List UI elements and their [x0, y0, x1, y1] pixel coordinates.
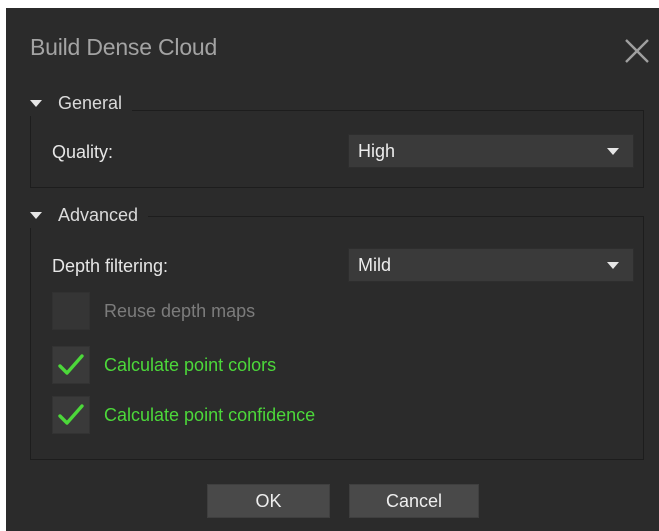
calculate-point-confidence-checkbox[interactable] — [52, 396, 90, 434]
calculate-point-confidence-label: Calculate point confidence — [104, 404, 316, 425]
close-icon — [625, 39, 649, 63]
advanced-group-header[interactable]: Advanced — [18, 202, 149, 228]
depth-filtering-select-value: Mild — [358, 254, 392, 275]
checkmark-icon — [58, 354, 84, 375]
ok-button[interactable]: OK — [207, 484, 330, 518]
reuse-depth-maps-checkbox-row[interactable]: Reuse depth maps — [52, 292, 255, 330]
dialog-title: Build Dense Cloud — [30, 34, 218, 60]
build-dense-cloud-dialog: Build Dense Cloud General Quality: High … — [6, 8, 659, 531]
chevron-down-icon — [607, 148, 619, 155]
reuse-depth-maps-label: Reuse depth maps — [104, 300, 256, 321]
calculate-point-colors-label: Calculate point colors — [104, 354, 277, 375]
general-group-header[interactable]: General — [18, 90, 133, 116]
quality-select[interactable]: High — [348, 134, 634, 168]
quality-label: Quality: — [52, 142, 114, 162]
depth-filtering-label: Depth filtering: — [52, 256, 169, 276]
checkmark-icon — [58, 404, 84, 425]
expand-triangle-icon — [30, 211, 42, 219]
reuse-depth-maps-checkbox[interactable] — [52, 292, 90, 330]
general-group-title: General — [58, 92, 123, 113]
calculate-point-colors-checkbox-row[interactable]: Calculate point colors — [52, 346, 276, 384]
chevron-down-icon — [607, 262, 619, 269]
close-button[interactable] — [622, 36, 652, 66]
cancel-button[interactable]: Cancel — [349, 484, 479, 518]
quality-select-value: High — [358, 140, 396, 161]
calculate-point-colors-checkbox[interactable] — [52, 346, 90, 384]
expand-triangle-icon — [30, 99, 42, 107]
depth-filtering-select[interactable]: Mild — [348, 248, 634, 282]
calculate-point-confidence-checkbox-row[interactable]: Calculate point confidence — [52, 396, 315, 434]
advanced-group-title: Advanced — [58, 204, 139, 225]
